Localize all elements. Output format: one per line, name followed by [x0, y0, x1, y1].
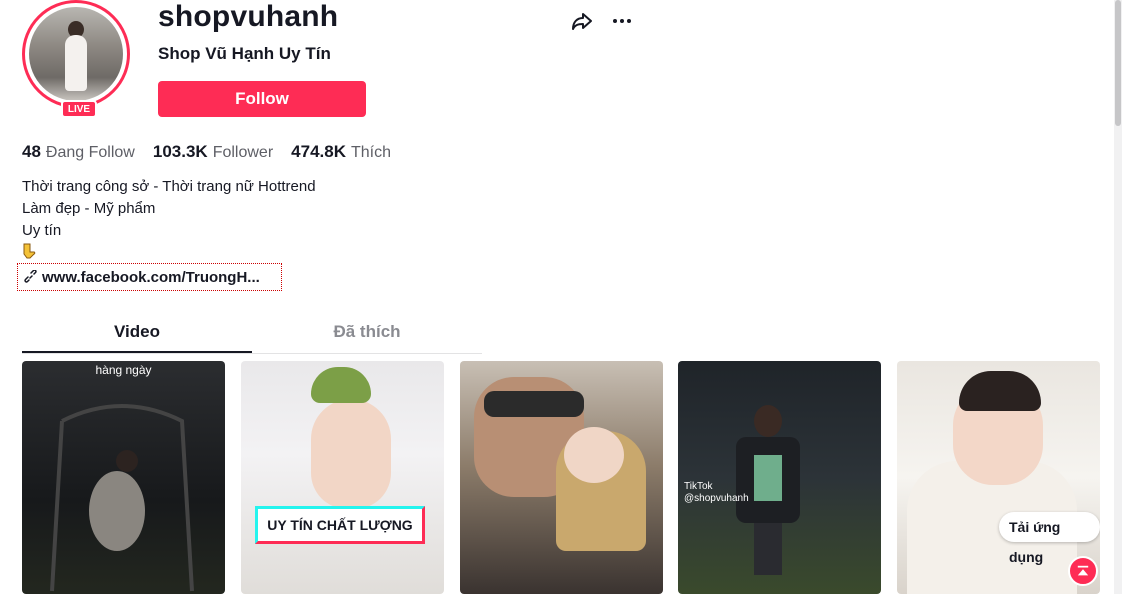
stat-likes-label: Thích	[350, 144, 391, 161]
get-app-button[interactable]: Tải ứng dụng	[999, 512, 1100, 565]
video-thumbnail[interactable]: Tải ứng dụng	[897, 361, 1100, 594]
profile-link[interactable]: www.facebook.com/TruongH...	[17, 263, 282, 291]
link-icon	[24, 270, 37, 283]
tab-video[interactable]: Video	[22, 313, 252, 353]
tab-liked[interactable]: Đã thích	[252, 313, 482, 351]
tiktok-watermark-handle: @shopvuhanh	[684, 493, 749, 504]
pointing-down-emoji-icon	[23, 243, 36, 259]
profile-link-text: www.facebook.com/TruongH...	[42, 268, 260, 286]
profile-stats: 48 Đang Follow 103.3K Follower 474.8K Thích	[22, 142, 391, 162]
bio-line-3: Uy tín	[22, 222, 62, 239]
video-face-graphic	[311, 399, 391, 509]
frog-headband-graphic	[311, 367, 371, 403]
bio-line-1: Thời trang công sở - Thời trang nữ Hottr…	[22, 178, 316, 195]
avatar-live-ring	[22, 0, 130, 108]
scroll-thumb[interactable]	[1115, 0, 1121, 126]
swing-scene-graphic	[50, 404, 194, 592]
tiktok-watermark: TikTok @shopvuhanh	[684, 481, 749, 505]
content-tabs: Video Đã thích	[22, 313, 482, 354]
avatar-image	[29, 7, 123, 101]
stat-likes-value: 474.8K	[291, 142, 346, 161]
stat-followers-value: 103.3K	[152, 142, 208, 161]
stat-following[interactable]: 48 Đang Follow	[22, 142, 135, 162]
profile-bio: Thời trang công sở - Thời trang nữ Hottr…	[22, 176, 316, 242]
bio-line-2: Làm đẹp - Mỹ phẩm	[22, 200, 156, 217]
stat-likes: 474.8K Thích	[291, 142, 391, 162]
profile-username: shopvuhanh	[158, 0, 339, 33]
video-thumbnail[interactable]	[460, 361, 663, 594]
stat-following-label: Đang Follow	[45, 144, 135, 161]
video-grid: hàng ngày UY TÍN CHẤT LƯỢNG TikTok @shop…	[22, 361, 1102, 594]
profile-avatar[interactable]: LIVE	[22, 0, 138, 118]
child-head	[754, 405, 782, 437]
video-thumbnail[interactable]: UY TÍN CHẤT LƯỢNG	[241, 361, 444, 594]
child-legs	[754, 523, 782, 575]
live-badge: LIVE	[61, 100, 97, 118]
hair-graphic	[959, 371, 1041, 411]
child-face-graphic	[564, 427, 624, 483]
child-shirt	[754, 455, 782, 501]
sunglasses-graphic	[484, 391, 584, 417]
avatar-figure-dress	[65, 35, 87, 91]
page-scrollbar[interactable]	[1114, 0, 1122, 594]
stat-following-value: 48	[22, 142, 41, 161]
scroll-to-top-icon[interactable]	[1068, 556, 1098, 586]
profile-display-name: Shop Vũ Hạnh Uy Tín	[158, 44, 331, 63]
share-icon[interactable]	[570, 9, 594, 33]
stat-followers-label: Follower	[212, 144, 274, 161]
video-caption-overlay: UY TÍN CHẤT LƯỢNG	[255, 506, 425, 544]
stat-followers[interactable]: 103.3K Follower	[153, 142, 273, 162]
video-thumbnail[interactable]: hàng ngày	[22, 361, 225, 594]
tiktok-watermark-brand: TikTok	[684, 481, 713, 492]
video-thumbnail[interactable]: TikTok @shopvuhanh	[678, 361, 881, 594]
follow-button[interactable]: Follow	[158, 81, 366, 117]
more-options-icon[interactable]	[610, 9, 634, 33]
